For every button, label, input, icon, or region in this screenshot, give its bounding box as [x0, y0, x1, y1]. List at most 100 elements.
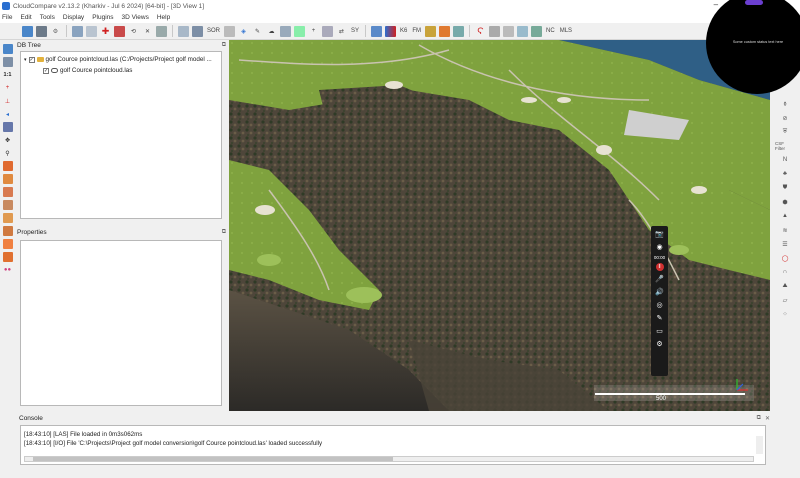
sor-filter-button[interactable]: SOR: [206, 26, 221, 37]
hexagon-icon[interactable]: ⬢: [780, 197, 790, 207]
right-view-icon[interactable]: [2, 213, 13, 223]
stack-icon[interactable]: ☰: [780, 239, 790, 249]
speaker-icon[interactable]: 🔊: [655, 287, 665, 297]
vertical-scrollbar[interactable]: [756, 436, 763, 454]
settings-icon[interactable]: ⚙: [50, 26, 61, 37]
mesh-icon[interactable]: [294, 25, 306, 37]
mls-button[interactable]: MLS: [559, 26, 573, 37]
segment-icon[interactable]: [114, 25, 125, 37]
save-icon[interactable]: [36, 25, 47, 37]
front-view-icon[interactable]: [2, 174, 13, 184]
cross-section-icon[interactable]: [439, 25, 451, 37]
sample-icon[interactable]: [178, 25, 189, 37]
pause-icon[interactable]: ‖: [655, 263, 664, 271]
distance-icon[interactable]: ⇄: [336, 26, 347, 37]
float-icon[interactable]: ⧉: [222, 42, 226, 49]
dots-icon[interactable]: ⁘: [780, 309, 790, 319]
subsample-icon[interactable]: [192, 25, 203, 37]
menu-tools[interactable]: Tools: [40, 14, 55, 21]
profile-icon[interactable]: [503, 25, 515, 37]
console-controls[interactable]: ⧉ ✕: [757, 415, 770, 422]
brush-icon[interactable]: ⚱: [780, 99, 790, 109]
grid-icon[interactable]: [280, 25, 292, 37]
shield-icon[interactable]: ⛨: [780, 127, 790, 137]
noise-icon[interactable]: [224, 25, 236, 37]
menu-3d-views[interactable]: 3D Views: [122, 14, 149, 21]
magnifier-icon[interactable]: ⚲: [3, 148, 13, 158]
cloud-icon[interactable]: ☁: [266, 26, 277, 37]
window-icon[interactable]: ▭: [655, 326, 665, 336]
plane-icon[interactable]: [517, 25, 529, 37]
screen-icon[interactable]: [2, 44, 13, 54]
menu-file[interactable]: File: [2, 14, 12, 21]
tree-item-cloud[interactable]: ✓ golf Cource pointcloud.las: [43, 67, 132, 74]
crop-icon[interactable]: [156, 25, 167, 37]
menu-display[interactable]: Display: [63, 14, 84, 21]
ellipse-icon[interactable]: ◯: [780, 253, 790, 263]
swirl-icon[interactable]: Ϛ: [475, 26, 486, 37]
menu-edit[interactable]: Edit: [20, 14, 31, 21]
stereo-icon[interactable]: ●●: [3, 265, 13, 275]
plus-icon[interactable]: +: [308, 26, 319, 37]
layers-icon[interactable]: ≋: [780, 225, 790, 235]
horizontal-scrollbar[interactable]: [24, 456, 754, 462]
histogram-icon[interactable]: [425, 25, 437, 37]
zoom-ratio-button[interactable]: 1:1: [3, 70, 13, 80]
bottom-view-icon[interactable]: [2, 226, 13, 236]
microphone-icon[interactable]: 🎤: [655, 274, 665, 284]
normal-icon[interactable]: N: [780, 155, 790, 165]
properties-float-controls[interactable]: ⧉: [222, 229, 226, 236]
scalar-field-icon[interactable]: [385, 25, 397, 37]
settings-icon[interactable]: ⚙: [655, 339, 665, 349]
csf-filter-button[interactable]: CSF Filter: [775, 141, 795, 151]
visibility-checkbox[interactable]: ✓: [43, 67, 49, 74]
tree-icon[interactable]: ♣: [780, 169, 790, 179]
open-icon[interactable]: [22, 25, 33, 37]
fm-button[interactable]: FM: [411, 26, 422, 37]
left-view-icon[interactable]: [2, 187, 13, 197]
visibility-checkbox[interactable]: ✓: [28, 56, 35, 63]
db-tree-float-controls[interactable]: ⧉: [222, 42, 226, 49]
camera-icon[interactable]: [2, 57, 13, 67]
move-icon[interactable]: ✥: [3, 135, 13, 145]
k6-button[interactable]: K6: [399, 26, 408, 37]
tree-item-root[interactable]: ▾ ✓ golf Cource pointcloud.las (C:/Proje…: [24, 56, 212, 63]
expand-arrow-icon[interactable]: ▾: [24, 57, 27, 63]
cube-icon[interactable]: [2, 122, 13, 132]
record-icon[interactable]: ◉: [655, 242, 665, 252]
minimize-button[interactable]: –: [714, 0, 718, 9]
add-point-icon[interactable]: ✚: [100, 26, 111, 37]
close-icon[interactable]: ✕: [765, 415, 770, 422]
top-view-icon[interactable]: [2, 161, 13, 171]
pivot-icon[interactable]: ⊥: [3, 96, 13, 106]
nc-button[interactable]: NC: [545, 26, 556, 37]
table-icon[interactable]: [322, 25, 334, 37]
scrollbar-thumb[interactable]: [33, 457, 393, 461]
terrain-icon[interactable]: ⛰: [780, 281, 790, 291]
overlay-menu-pill[interactable]: [745, 0, 763, 5]
float-icon[interactable]: ⧉: [757, 415, 761, 422]
facet-icon[interactable]: [531, 25, 543, 37]
iso-view-2-icon[interactable]: [2, 252, 13, 262]
delete-icon[interactable]: ✕: [142, 26, 153, 37]
iso-view-1-icon[interactable]: [2, 239, 13, 249]
menu-plugins[interactable]: Plugins: [92, 14, 113, 21]
brush-icon[interactable]: ✎: [252, 26, 263, 37]
menu-help[interactable]: Help: [157, 14, 170, 21]
webcam-icon[interactable]: ◎: [655, 300, 665, 310]
pyramid-icon[interactable]: ▲: [780, 211, 790, 221]
rotate-icon[interactable]: ⟲: [128, 26, 139, 37]
clone-icon[interactable]: [72, 25, 83, 37]
sy-button[interactable]: SY: [350, 26, 360, 37]
merge-icon[interactable]: [86, 25, 97, 37]
horseshoe-icon[interactable]: ∩: [780, 267, 790, 277]
draw-icon[interactable]: ✎: [655, 313, 665, 323]
3d-view[interactable]: 500: [229, 40, 770, 411]
compass-icon[interactable]: ⊘: [780, 113, 790, 123]
plane-icon[interactable]: ▱: [780, 295, 790, 305]
compute-icon[interactable]: [371, 25, 383, 37]
add-icon[interactable]: +: [3, 83, 13, 93]
camera-icon[interactable]: 📷: [655, 229, 665, 239]
badge-icon[interactable]: ⛊: [780, 183, 790, 193]
measure-icon[interactable]: [489, 25, 501, 37]
